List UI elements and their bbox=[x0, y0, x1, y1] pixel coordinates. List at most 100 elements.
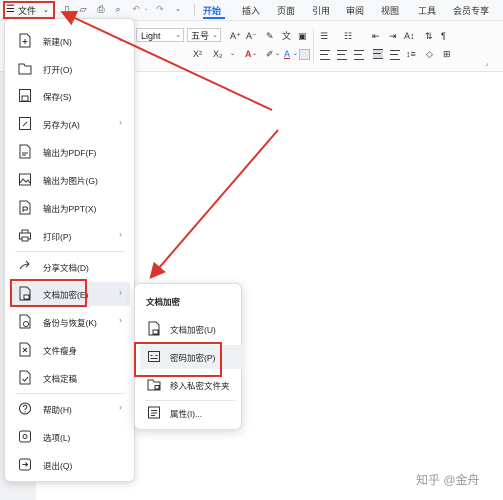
tab-member[interactable]: 会员专享 bbox=[453, 4, 489, 17]
decrease-font-icon[interactable]: A⁻ bbox=[246, 31, 257, 41]
submenu-item-doc-encrypt[interactable]: 文档加密(U) bbox=[140, 317, 238, 341]
menu-item-options[interactable]: 选项(L) bbox=[11, 425, 130, 449]
menu-item-open[interactable]: 打开(O) bbox=[11, 57, 130, 81]
increase-indent-icon[interactable]: ⇥ bbox=[389, 31, 397, 41]
menu-item-print[interactable]: 打印(P) › bbox=[11, 224, 130, 248]
submenu-title: 文档加密 bbox=[146, 297, 181, 307]
doc-lock-icon bbox=[148, 321, 160, 336]
chinese-layout-icon[interactable]: A↕ bbox=[404, 31, 415, 41]
options-icon bbox=[19, 430, 31, 443]
redo-icon[interactable]: ↷ bbox=[155, 4, 165, 15]
menu-divider bbox=[15, 251, 125, 252]
active-tab-underline bbox=[203, 17, 225, 19]
exit-icon bbox=[19, 458, 31, 471]
align-left-icon[interactable] bbox=[320, 50, 330, 60]
bullet-list-icon[interactable]: ☰ bbox=[320, 31, 328, 41]
menu-item-label: 文档定稿 bbox=[43, 374, 78, 384]
menu-item-finalize[interactable]: 文档定稿 bbox=[11, 366, 130, 390]
clear-format-icon[interactable]: ✎ bbox=[266, 31, 274, 41]
line-spacing-icon[interactable]: ↕≡ bbox=[406, 49, 416, 59]
new-doc-icon bbox=[19, 33, 31, 48]
menu-item-label: 打印(P) bbox=[43, 232, 72, 242]
font-size-select[interactable]: 五号 ⌄ bbox=[187, 28, 221, 42]
chevron-down-icon[interactable]: ⌄ bbox=[293, 49, 298, 59]
font-name-value: Light bbox=[141, 31, 161, 41]
fill-color-icon[interactable]: ◇ bbox=[426, 49, 433, 59]
menu-item-label: 打开(O) bbox=[43, 65, 73, 75]
save-as-icon bbox=[19, 117, 31, 130]
print-icon bbox=[19, 229, 31, 242]
numbered-list-icon[interactable]: ☷ bbox=[344, 31, 352, 41]
chevron-down-icon[interactable]: ⌄ bbox=[230, 49, 235, 59]
sort-icon[interactable]: ⇅ bbox=[425, 31, 433, 41]
menu-item-label: 文件瘦身 bbox=[43, 346, 78, 356]
menu-item-exit[interactable]: 退出(Q) bbox=[11, 453, 130, 477]
menu-item-export-ppt[interactable]: 输出为PPT(X) bbox=[11, 196, 130, 220]
highlight-file-menu bbox=[3, 1, 55, 19]
decrease-indent-icon[interactable]: ⇤ bbox=[372, 31, 380, 41]
highlight-password-encrypt bbox=[134, 342, 222, 377]
submenu-item-label: 文档加密(U) bbox=[170, 325, 216, 335]
chevron-right-icon: › bbox=[119, 34, 122, 44]
highlight-icon[interactable]: ✐ bbox=[266, 49, 274, 59]
properties-icon bbox=[148, 406, 160, 419]
image-export-icon bbox=[19, 173, 31, 186]
show-marks-icon[interactable]: ¶ bbox=[441, 31, 446, 41]
chevron-right-icon: › bbox=[119, 229, 122, 239]
menu-item-backup[interactable]: 备份与恢复(K) › bbox=[11, 310, 130, 334]
menu-item-save[interactable]: 保存(S) bbox=[11, 84, 130, 108]
tab-review[interactable]: 审阅 bbox=[346, 4, 364, 17]
align-center-icon[interactable] bbox=[337, 50, 347, 60]
font-name-select[interactable]: Light ⌄ bbox=[136, 28, 184, 42]
text-effect-icon[interactable]: A bbox=[245, 49, 252, 59]
menu-item-export-pdf[interactable]: 输出为PDF(F) bbox=[11, 140, 130, 164]
subscript-icon[interactable]: X₂ bbox=[213, 49, 223, 59]
menu-item-slim-file[interactable]: 文件瘦身 bbox=[11, 338, 130, 362]
shading-icon[interactable] bbox=[299, 49, 310, 60]
highlight-doc-encrypt bbox=[10, 279, 87, 307]
new-file-icon[interactable]: ▯ bbox=[62, 4, 72, 15]
pdf-export-icon bbox=[19, 144, 31, 159]
toolbar-divider bbox=[194, 4, 195, 16]
menu-item-export-image[interactable]: 输出为图片(G) bbox=[11, 168, 130, 192]
tab-home[interactable]: 开始 bbox=[203, 4, 221, 17]
menu-item-share[interactable]: 分享文档(D) bbox=[11, 255, 130, 279]
menu-item-help[interactable]: 帮助(H) › bbox=[11, 397, 130, 421]
menu-item-save-as[interactable]: 另存为(A) › bbox=[11, 112, 130, 136]
menu-item-label: 新建(N) bbox=[43, 37, 72, 47]
align-right-icon[interactable] bbox=[354, 50, 364, 60]
tab-page[interactable]: 页面 bbox=[277, 4, 295, 17]
open-file-icon[interactable]: ▱ bbox=[78, 4, 88, 15]
undo-dropdown-icon[interactable]: ⌄ bbox=[141, 4, 151, 15]
submenu-item-properties[interactable]: 属性(I)... bbox=[140, 401, 238, 425]
tab-reference[interactable]: 引用 bbox=[312, 4, 330, 17]
phonetic-guide-icon[interactable]: 文 bbox=[282, 31, 291, 41]
quick-access-more-icon[interactable]: ⌄ bbox=[173, 4, 183, 15]
menu-item-label: 另存为(A) bbox=[43, 120, 80, 130]
chevron-right-icon: › bbox=[119, 287, 122, 297]
chevron-down-icon[interactable]: ⌄ bbox=[252, 49, 257, 59]
increase-font-icon[interactable]: A⁺ bbox=[230, 31, 241, 41]
submenu-item-label: 属性(I)... bbox=[170, 409, 203, 419]
tab-insert[interactable]: 插入 bbox=[242, 4, 260, 17]
print-icon[interactable]: ⎙ bbox=[96, 4, 106, 15]
chevron-down-icon: ⌄ bbox=[175, 32, 181, 39]
border-icon[interactable]: ⊞ bbox=[443, 49, 451, 59]
paragraph-settings-icon[interactable]: ⌟ bbox=[485, 59, 488, 69]
chevron-right-icon: › bbox=[119, 117, 122, 127]
chevron-down-icon[interactable]: ⌄ bbox=[275, 49, 280, 59]
backup-icon bbox=[19, 314, 31, 329]
tab-view[interactable]: 视图 bbox=[381, 4, 399, 17]
menu-item-label: 保存(S) bbox=[43, 92, 72, 102]
distributed-align-icon[interactable] bbox=[390, 50, 400, 60]
print-preview-icon[interactable]: ⌕ bbox=[113, 4, 123, 15]
char-border-icon[interactable]: ▣ bbox=[298, 31, 307, 41]
menu-item-label: 帮助(H) bbox=[43, 405, 72, 415]
undo-icon[interactable]: ↶ bbox=[131, 4, 141, 15]
tab-tools[interactable]: 工具 bbox=[418, 4, 436, 17]
help-icon bbox=[19, 402, 31, 415]
font-color-icon[interactable]: A bbox=[284, 49, 290, 59]
justify-icon[interactable] bbox=[373, 49, 383, 59]
superscript-icon[interactable]: X² bbox=[193, 49, 202, 59]
menu-item-new[interactable]: 新建(N) › bbox=[11, 29, 130, 53]
